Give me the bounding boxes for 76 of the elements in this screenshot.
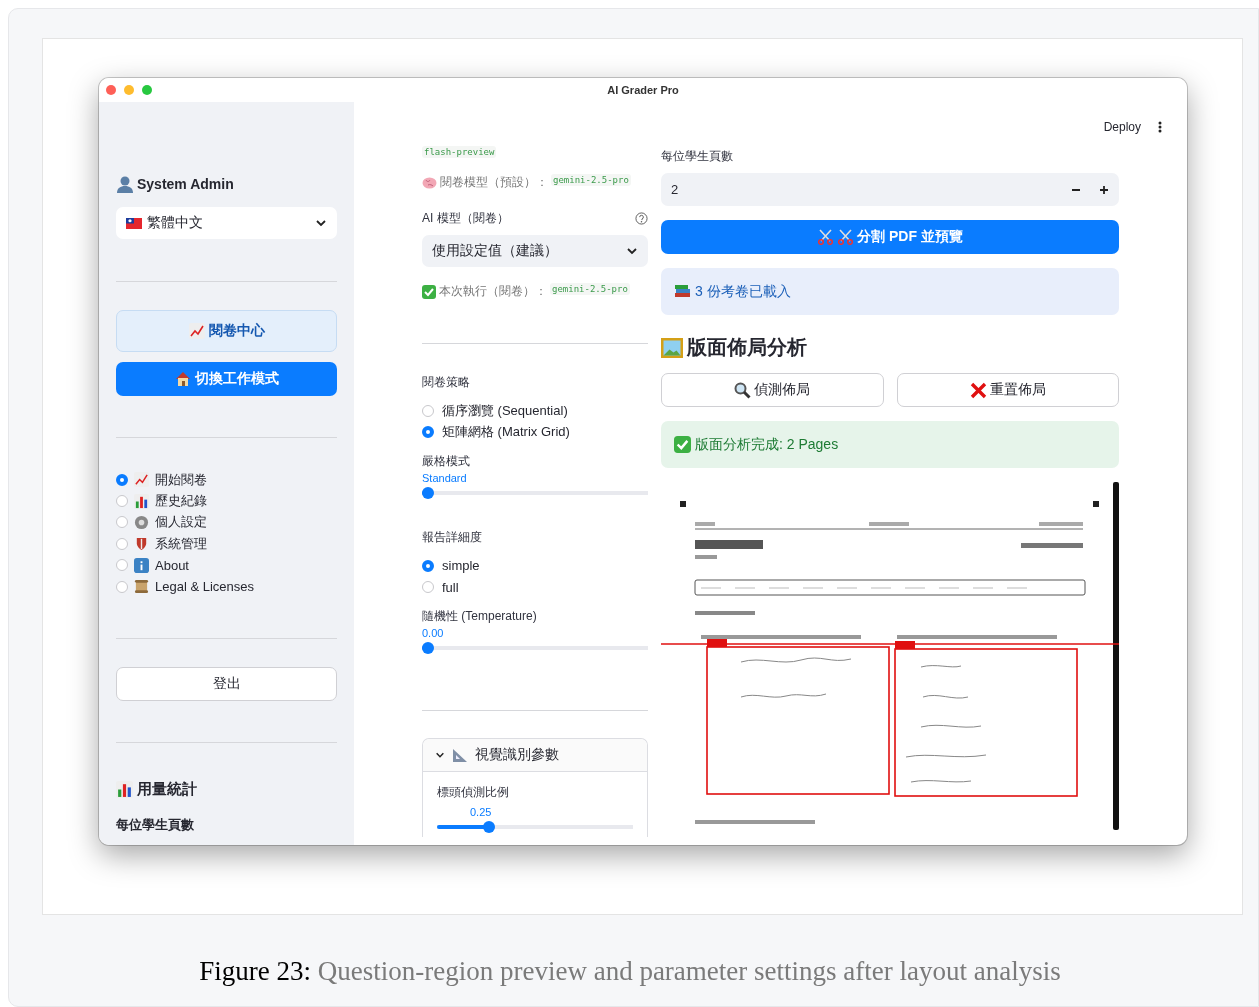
nav-button[interactable]: 切換工作模式 xyxy=(116,362,337,396)
maximize-icon[interactable] xyxy=(142,85,152,95)
triangle-ruler-icon xyxy=(452,747,468,763)
menu-radio-option[interactable]: 個人設定 xyxy=(116,511,337,534)
radio-option[interactable]: 矩陣網格 (Matrix Grid) xyxy=(422,421,648,443)
success-text: 版面分析完成: 2 Pages xyxy=(695,435,839,454)
radio-option[interactable]: 循序瀏覽 (Sequential) xyxy=(422,400,648,422)
shield-icon xyxy=(134,536,149,552)
nav-button[interactable]: 閱卷中心 xyxy=(116,310,337,352)
menu-radio-option[interactable]: 系統管理 xyxy=(116,533,337,555)
window-title: AI Grader Pro xyxy=(607,84,679,96)
slider-value: Standard xyxy=(422,472,468,484)
usage-label: 每位學生頁數 xyxy=(116,816,195,835)
scroll-icon xyxy=(134,579,149,595)
chevron-down-icon xyxy=(626,247,638,255)
slider-value: 0.25 xyxy=(470,806,492,818)
more-menu-icon[interactable] xyxy=(1158,121,1162,133)
model-code: gemini-2.5-pro xyxy=(550,283,630,295)
books-icon xyxy=(674,284,691,299)
section-heading: 版面佈局分析 xyxy=(687,335,807,360)
figure-caption: Figure 23: Question-region preview and parameter settings after layout analysis xyxy=(198,956,1062,987)
slider-thumb[interactable] xyxy=(422,642,434,654)
logout-button[interactable]: 登出 xyxy=(116,667,337,702)
close-icon[interactable] xyxy=(106,85,116,95)
layout-button[interactable]: 偵測佈局 xyxy=(661,373,884,407)
search-icon xyxy=(734,381,752,399)
expander-header[interactable]: 視覺識別參數 xyxy=(423,739,647,772)
field-label: 嚴格模式 xyxy=(422,453,471,470)
usage-heading: 用量統計 xyxy=(137,780,197,800)
language-select[interactable]: 繁體中文 xyxy=(116,207,337,239)
radio-option[interactable]: full xyxy=(422,576,648,598)
house-icon xyxy=(174,371,191,387)
note-label: 閱卷模型（預設）： xyxy=(440,174,548,191)
brain-icon xyxy=(422,176,437,189)
menu-radio-option[interactable]: 開始閱卷 xyxy=(116,469,337,491)
slider-thumb[interactable] xyxy=(483,821,495,833)
model-select[interactable]: 使用設定值（建議） xyxy=(422,235,648,267)
menu-radio-option[interactable]: Legal & Licenses xyxy=(116,575,337,598)
line-chart-icon xyxy=(134,472,149,488)
field-label: 標頭偵測比例 xyxy=(437,784,510,801)
scissors-icon xyxy=(837,229,855,245)
checkmark-icon xyxy=(674,436,691,453)
chevron-down-icon xyxy=(435,751,445,759)
menu-radio-option[interactable]: About xyxy=(116,554,337,576)
bar-chart-icon xyxy=(116,781,133,799)
model-code: gemini-2.5-pro xyxy=(551,174,631,186)
model-code: flash-preview xyxy=(422,146,497,158)
help-icon[interactable] xyxy=(635,212,648,225)
line-chart-icon xyxy=(188,323,205,339)
gear-icon xyxy=(134,514,149,530)
menu-radio-option[interactable]: 歷史紀錄 xyxy=(116,490,337,512)
scissors-icon xyxy=(817,229,835,245)
layout-button[interactable]: 重置佈局 xyxy=(896,373,1119,407)
slider-thumb[interactable] xyxy=(422,487,434,499)
slider-value: 0.00 xyxy=(422,627,445,639)
number-input[interactable]: 2 xyxy=(661,173,1119,206)
note-label: 本次執行（閱卷）： xyxy=(439,283,547,300)
field-label: 報告詳細度 xyxy=(422,529,483,546)
plus-icon[interactable] xyxy=(1099,184,1109,195)
split-pdf-button[interactable]: 分割 PDF 並預覽 xyxy=(661,220,1119,254)
bar-chart-icon xyxy=(134,493,149,509)
field-label: AI 模型（閱卷） xyxy=(422,210,509,227)
info-icon xyxy=(134,557,149,573)
field-label: 每位學生頁數 xyxy=(661,148,734,165)
flag-icon xyxy=(126,217,142,229)
field-label: 隨機性 (Temperature) xyxy=(422,608,538,625)
checkmark-icon xyxy=(422,284,436,299)
user-icon xyxy=(116,175,134,193)
radio-option[interactable]: simple xyxy=(422,555,648,577)
cross-icon xyxy=(969,381,987,399)
user-name: System Admin xyxy=(137,176,234,192)
framed-picture-icon xyxy=(661,337,683,358)
chevron-down-icon xyxy=(315,219,327,227)
info-text: 3 份考卷已載入 xyxy=(695,282,791,301)
field-label: 閱卷策略 xyxy=(422,374,471,391)
deploy-link[interactable]: Deploy xyxy=(1103,120,1141,134)
